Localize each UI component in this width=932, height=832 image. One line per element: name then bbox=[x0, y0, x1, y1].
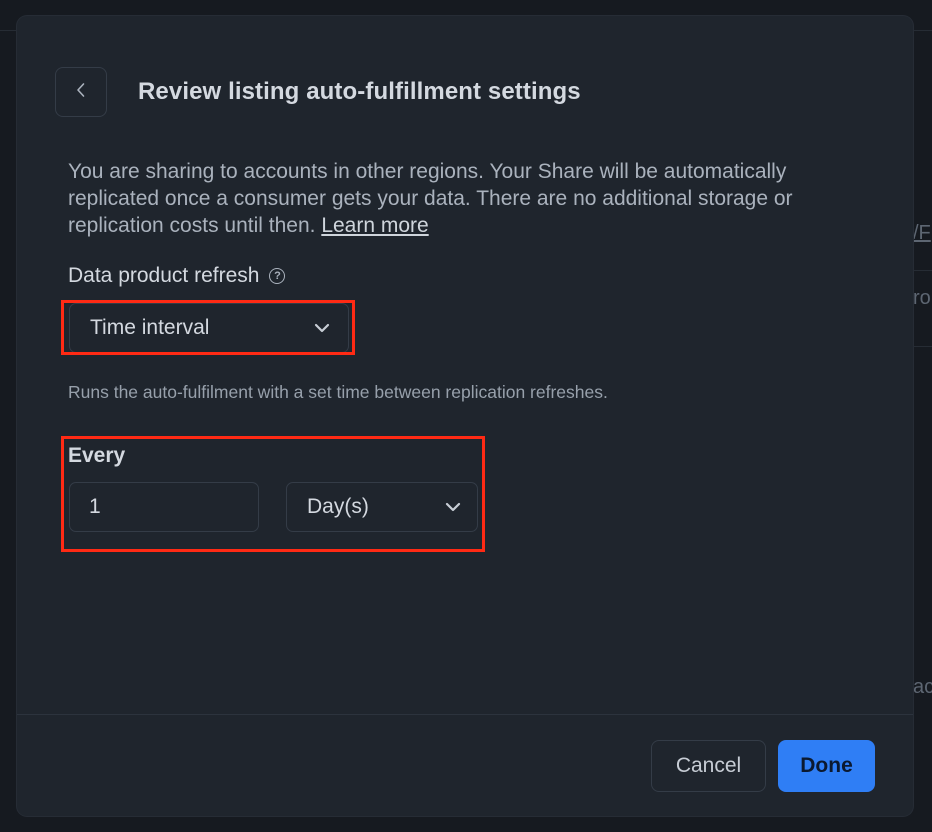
footer-divider bbox=[17, 714, 913, 715]
interval-label: Every bbox=[68, 444, 126, 467]
refresh-field-label: Data product refresh ? bbox=[68, 264, 286, 288]
auto-fulfillment-dialog: Review listing auto-fulfillment settings… bbox=[17, 16, 913, 816]
refresh-type-value: Time interval bbox=[90, 316, 210, 339]
chevron-left-icon bbox=[75, 81, 87, 104]
background-divider bbox=[913, 346, 932, 347]
learn-more-link[interactable]: Learn more bbox=[321, 214, 428, 237]
dialog-description: You are sharing to accounts in other reg… bbox=[68, 158, 838, 239]
dialog-title: Review listing auto-fulfillment settings bbox=[138, 78, 581, 105]
interval-unit-select[interactable]: Day(s) bbox=[286, 482, 478, 532]
cancel-button[interactable]: Cancel bbox=[651, 740, 766, 792]
refresh-type-select[interactable]: Time interval bbox=[69, 303, 349, 353]
background-text-fragment: ac bbox=[913, 676, 932, 698]
question-circle-icon[interactable]: ? bbox=[269, 268, 286, 284]
background-text-fragment: rol bbox=[913, 287, 932, 309]
interval-unit-value: Day(s) bbox=[307, 495, 369, 518]
chevron-down-icon bbox=[314, 323, 330, 333]
background-text-fragment: /F bbox=[913, 222, 931, 244]
description-text: You are sharing to accounts in other reg… bbox=[68, 160, 793, 237]
refresh-label-text: Data product refresh bbox=[68, 264, 260, 287]
chevron-down-icon bbox=[445, 502, 461, 512]
background-divider bbox=[913, 270, 932, 271]
done-button[interactable]: Done bbox=[778, 740, 875, 792]
back-button[interactable] bbox=[55, 67, 107, 117]
interval-value-input[interactable] bbox=[69, 482, 259, 532]
refresh-hint-text: Runs the auto-fulfilment with a set time… bbox=[68, 382, 608, 402]
